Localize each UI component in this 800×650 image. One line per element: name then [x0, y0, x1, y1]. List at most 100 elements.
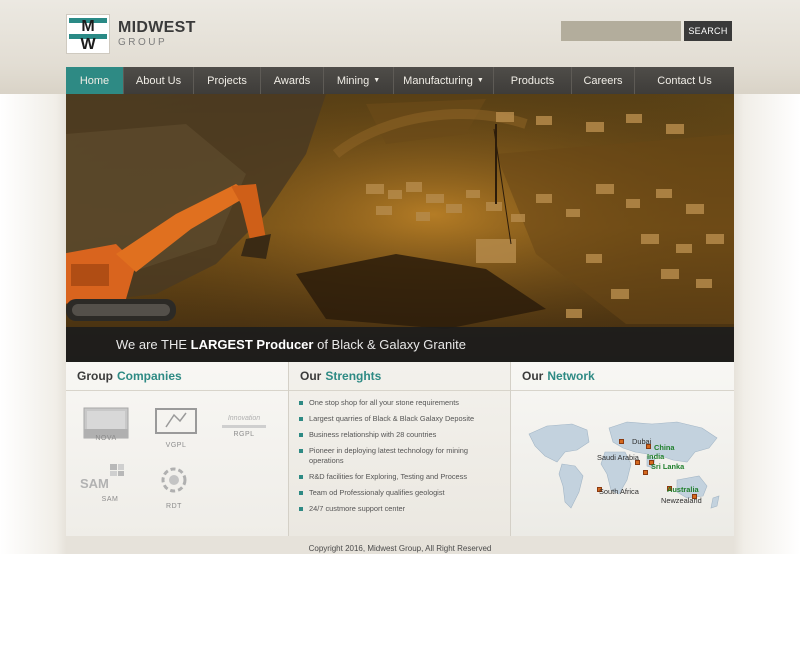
bullet-icon [299, 475, 303, 479]
list-item: 24/7 custmore support center [299, 504, 500, 514]
nav-label: Mining [336, 74, 370, 87]
bullet-icon [299, 401, 303, 405]
map-label-sri-lanka: Sri Lanka [651, 462, 685, 471]
nav-label: Home [79, 74, 110, 87]
nav-products[interactable]: Products [494, 67, 572, 94]
company-rgpl[interactable]: Innovation RGPL [219, 414, 269, 438]
list-item-text: Team od Professionaly qualifies geologis… [309, 488, 445, 497]
search-bar: SEARCH [561, 21, 732, 41]
feature-columns: Group Companies NOVA VGPL Innovation RGP… [66, 362, 734, 536]
map-label-dubai: Dubai [632, 437, 652, 446]
list-item: One stop shop for all your stone require… [299, 398, 500, 408]
our-network-panel: Our Network Dubai China Saudi Arabia Ind… [511, 362, 734, 536]
list-item: Team od Professionaly qualifies geologis… [299, 488, 500, 498]
nav-label: Projects [207, 74, 247, 87]
bullet-icon [299, 433, 303, 437]
map-label-china: China [654, 443, 675, 452]
list-item-text: 24/7 custmore support center [309, 504, 406, 513]
section-title: Our Network [511, 362, 734, 391]
vgpl-logo-icon [155, 408, 197, 434]
nav-manufacturing[interactable]: Manufacturing ▼ [394, 67, 494, 94]
list-item-text: One stop shop for all your stone require… [309, 398, 459, 407]
title-plain: Group [77, 369, 113, 383]
sam-grid-icon [110, 464, 124, 476]
nav-label: Careers [583, 74, 623, 87]
list-item-text: Largest quarries of Black & Black Galaxy… [309, 414, 475, 423]
map-label-south-africa: South Africa [599, 487, 639, 496]
hero-caption: We are THE LARGEST Producer of Black & G… [66, 327, 734, 362]
title-plain: Our [300, 369, 322, 383]
caption-prefix: We are THE [116, 337, 188, 352]
search-button[interactable]: SEARCH [684, 21, 732, 41]
title-accent: Network [547, 369, 595, 383]
section-title: Group Companies [66, 362, 288, 391]
title-plain: Our [522, 369, 544, 383]
company-label: RGPL [233, 431, 255, 438]
location-pin-icon [619, 439, 624, 444]
logo-letter-top: M [81, 18, 95, 35]
company-sam[interactable]: SAM SAM [78, 464, 128, 503]
map-label-saudi-arabia: Saudi Arabia [597, 453, 639, 462]
company-label: RDT [166, 503, 182, 510]
company-label: NOVA [95, 435, 117, 442]
nav-about-us[interactable]: About Us [124, 67, 194, 94]
logo-text: MIDWEST GROUP [118, 20, 196, 48]
nav-home[interactable]: Home [66, 67, 124, 94]
logo-letter-bottom: W [80, 36, 96, 53]
bullet-icon [299, 491, 303, 495]
nav-projects[interactable]: Projects [194, 67, 261, 94]
map-label-newzealand: Newzealand [661, 496, 702, 505]
section-title: Our Strenghts [289, 362, 510, 391]
nav-label: Contact Us [657, 74, 712, 87]
search-input[interactable] [561, 21, 681, 41]
caption-highlight: LARGEST Producer [190, 337, 314, 352]
company-label: VGPL [165, 442, 187, 449]
map-label-india: India [647, 452, 665, 461]
site-logo[interactable]: M W MIDWEST GROUP [66, 14, 196, 54]
list-item-text: Pioneer in deploying latest technology f… [309, 446, 468, 465]
rgpl-logo-bar [222, 425, 266, 428]
title-accent: Strenghts [325, 369, 382, 383]
rgpl-logo-icon: Innovation [227, 415, 261, 422]
list-item: R&D facilities for Exploring, Testing an… [299, 472, 500, 482]
chevron-down-icon: ▼ [373, 77, 381, 84]
main-nav: Home About Us Projects Awards Mining ▼ Ma… [66, 67, 734, 94]
list-item-text: Business relationship with 28 countries [309, 430, 437, 439]
nav-label: About Us [135, 74, 182, 87]
nav-careers[interactable]: Careers [572, 67, 635, 94]
company-label: SAM [101, 496, 119, 503]
nav-mining[interactable]: Mining ▼ [324, 67, 394, 94]
nav-label: Manufacturing [403, 74, 473, 87]
title-accent: Companies [117, 369, 182, 383]
nav-awards[interactable]: Awards [261, 67, 324, 94]
bullet-icon [299, 507, 303, 511]
strengths-list: One stop shop for all your stone require… [289, 391, 510, 514]
world-map[interactable]: Dubai China Saudi Arabia India Sri Lanka… [527, 402, 727, 527]
logo-mark-icon: M W [66, 14, 110, 54]
rdt-logo-icon [161, 467, 187, 493]
company-nova[interactable]: NOVA [83, 407, 129, 442]
list-item: Pioneer in deploying latest technology f… [299, 446, 500, 466]
sam-mark-text: SAM [80, 476, 109, 491]
list-item-text: R&D facilities for Exploring, Testing an… [309, 472, 468, 481]
brand-name: MIDWEST [118, 19, 196, 36]
list-item: Largest quarries of Black & Black Galaxy… [299, 414, 500, 424]
location-pin-icon [643, 470, 648, 475]
group-companies-panel: Group Companies NOVA VGPL Innovation RGP… [66, 362, 288, 536]
copyright-text: Copyright 2016, Midwest Group, All Right… [308, 544, 492, 553]
hero-banner: We are THE LARGEST Producer of Black & G… [66, 94, 734, 362]
bullet-icon [299, 417, 303, 421]
caption-suffix: of Black & Galaxy Granite [317, 337, 466, 352]
nav-label: Awards [273, 74, 311, 87]
list-item: Business relationship with 28 countries [299, 430, 500, 440]
brand-sub: GROUP [118, 37, 168, 48]
quarry-image [66, 94, 734, 362]
nav-contact-us[interactable]: Contact Us [635, 67, 734, 94]
sam-logo-icon: SAM [78, 464, 128, 494]
company-rdt[interactable]: RDT [154, 464, 194, 510]
our-strengths-panel: Our Strenghts One stop shop for all your… [288, 362, 511, 536]
nav-label: Products [510, 74, 555, 87]
company-vgpl[interactable]: VGPL [154, 407, 198, 449]
map-label-australia: Australia [667, 485, 699, 494]
bullet-icon [299, 449, 303, 453]
